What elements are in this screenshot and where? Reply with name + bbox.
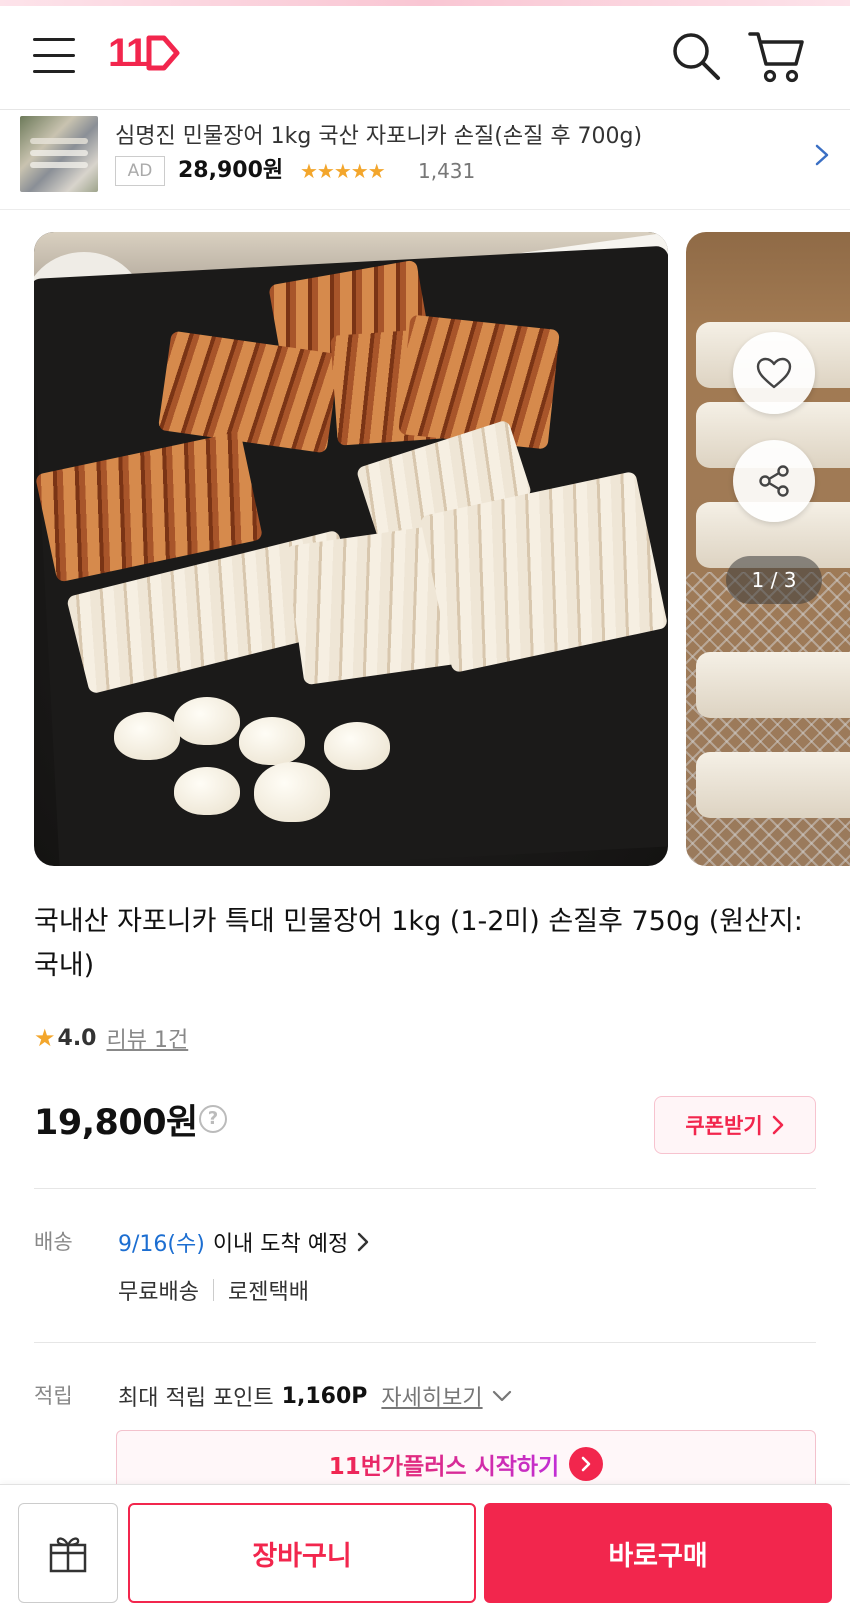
gift-icon [49,1537,87,1573]
divider [34,1342,816,1343]
shipping-carrier: 로젠택배 [227,1280,309,1305]
points-amount: 1,160P [281,1383,368,1409]
header: 11 [0,6,850,110]
search-icon [673,33,720,80]
plus-banner-text: 11번가플러스 시작하기 [329,1447,559,1481]
points-text: 최대 적립 포인트 [118,1386,274,1411]
menu-button[interactable] [30,30,80,80]
ad-thumbnail [20,116,98,192]
logo-text: 11 [108,30,148,75]
ad-title: 심명진 민물장어 1kg 국산 자포니카 손질(손질 후 700g) [115,124,643,149]
bottom-action-bar: 장바구니 바로구매 [0,1484,850,1621]
review-link[interactable]: 리뷰 1건 [107,1022,189,1054]
points-row: 최대 적립 포인트 1,160P 자세히보기 [118,1380,513,1412]
logo[interactable]: 11 [108,28,180,78]
shipping-details: 무료배송 로젠택배 [118,1274,309,1306]
heart-icon [756,357,792,389]
ad-price: 28,900원 [178,158,284,183]
points-more-link[interactable]: 자세히보기 [381,1380,482,1412]
points-label: 적립 [34,1384,73,1408]
price-help-icon[interactable]: ? [199,1105,227,1133]
cart-icon [748,32,804,83]
share-icon [759,465,789,497]
share-button[interactable] [733,440,815,522]
chevron-right-icon [815,144,829,166]
gallery-pager: 1 / 3 [726,556,822,604]
logo-arrow-icon [146,35,180,71]
gift-button[interactable] [18,1503,118,1603]
product-photo-next[interactable] [686,232,850,866]
buy-now-button[interactable]: 바로구매 [484,1503,832,1603]
add-to-cart-button[interactable]: 장바구니 [128,1503,476,1603]
product-photo-main[interactable] [34,232,668,866]
ad-badge: AD [115,156,165,186]
like-button[interactable] [733,332,815,414]
menu-icon [33,38,75,41]
arrow-circle-icon [569,1447,604,1481]
shipping-label: 배송 [34,1230,73,1254]
shipping-date: 9/16(수) [118,1232,205,1257]
product-title: 국내산 자포니카 특대 민물장어 1kg (1-2미) 손질후 750g (원산… [34,906,803,981]
shipping-fee: 무료배송 [118,1280,199,1305]
rating-score: 4.0 [57,1025,97,1051]
divider [34,1188,816,1189]
shipping-date-suffix: 이내 도착 예정 [212,1232,349,1257]
shipping-date-link[interactable]: 9/16(수) 이내 도착 예정 [118,1226,370,1258]
rating-row: ★ 4.0 리뷰 1건 [34,1022,188,1054]
separator [212,1279,214,1301]
search-button[interactable] [668,28,724,84]
image-gallery[interactable] [0,232,850,868]
chevron-right-icon [358,1232,369,1252]
ad-rating-stars: ★★★★★ [300,159,386,183]
ad-banner[interactable]: 심명진 민물장어 1kg 국산 자포니카 손질(손질 후 700g) AD 28… [0,110,850,210]
cart-button[interactable] [746,28,808,88]
coupon-button[interactable]: 쿠폰받기 [654,1096,816,1154]
ad-arrow-button[interactable] [812,140,832,170]
coupon-label: 쿠폰받기 [685,1114,763,1138]
ad-review-count: 1,431 [418,159,476,183]
chevron-down-icon [492,1390,511,1402]
chevron-right-icon [772,1115,783,1135]
star-icon: ★ [34,1024,56,1052]
product-price: 19,800원 [34,1103,198,1143]
